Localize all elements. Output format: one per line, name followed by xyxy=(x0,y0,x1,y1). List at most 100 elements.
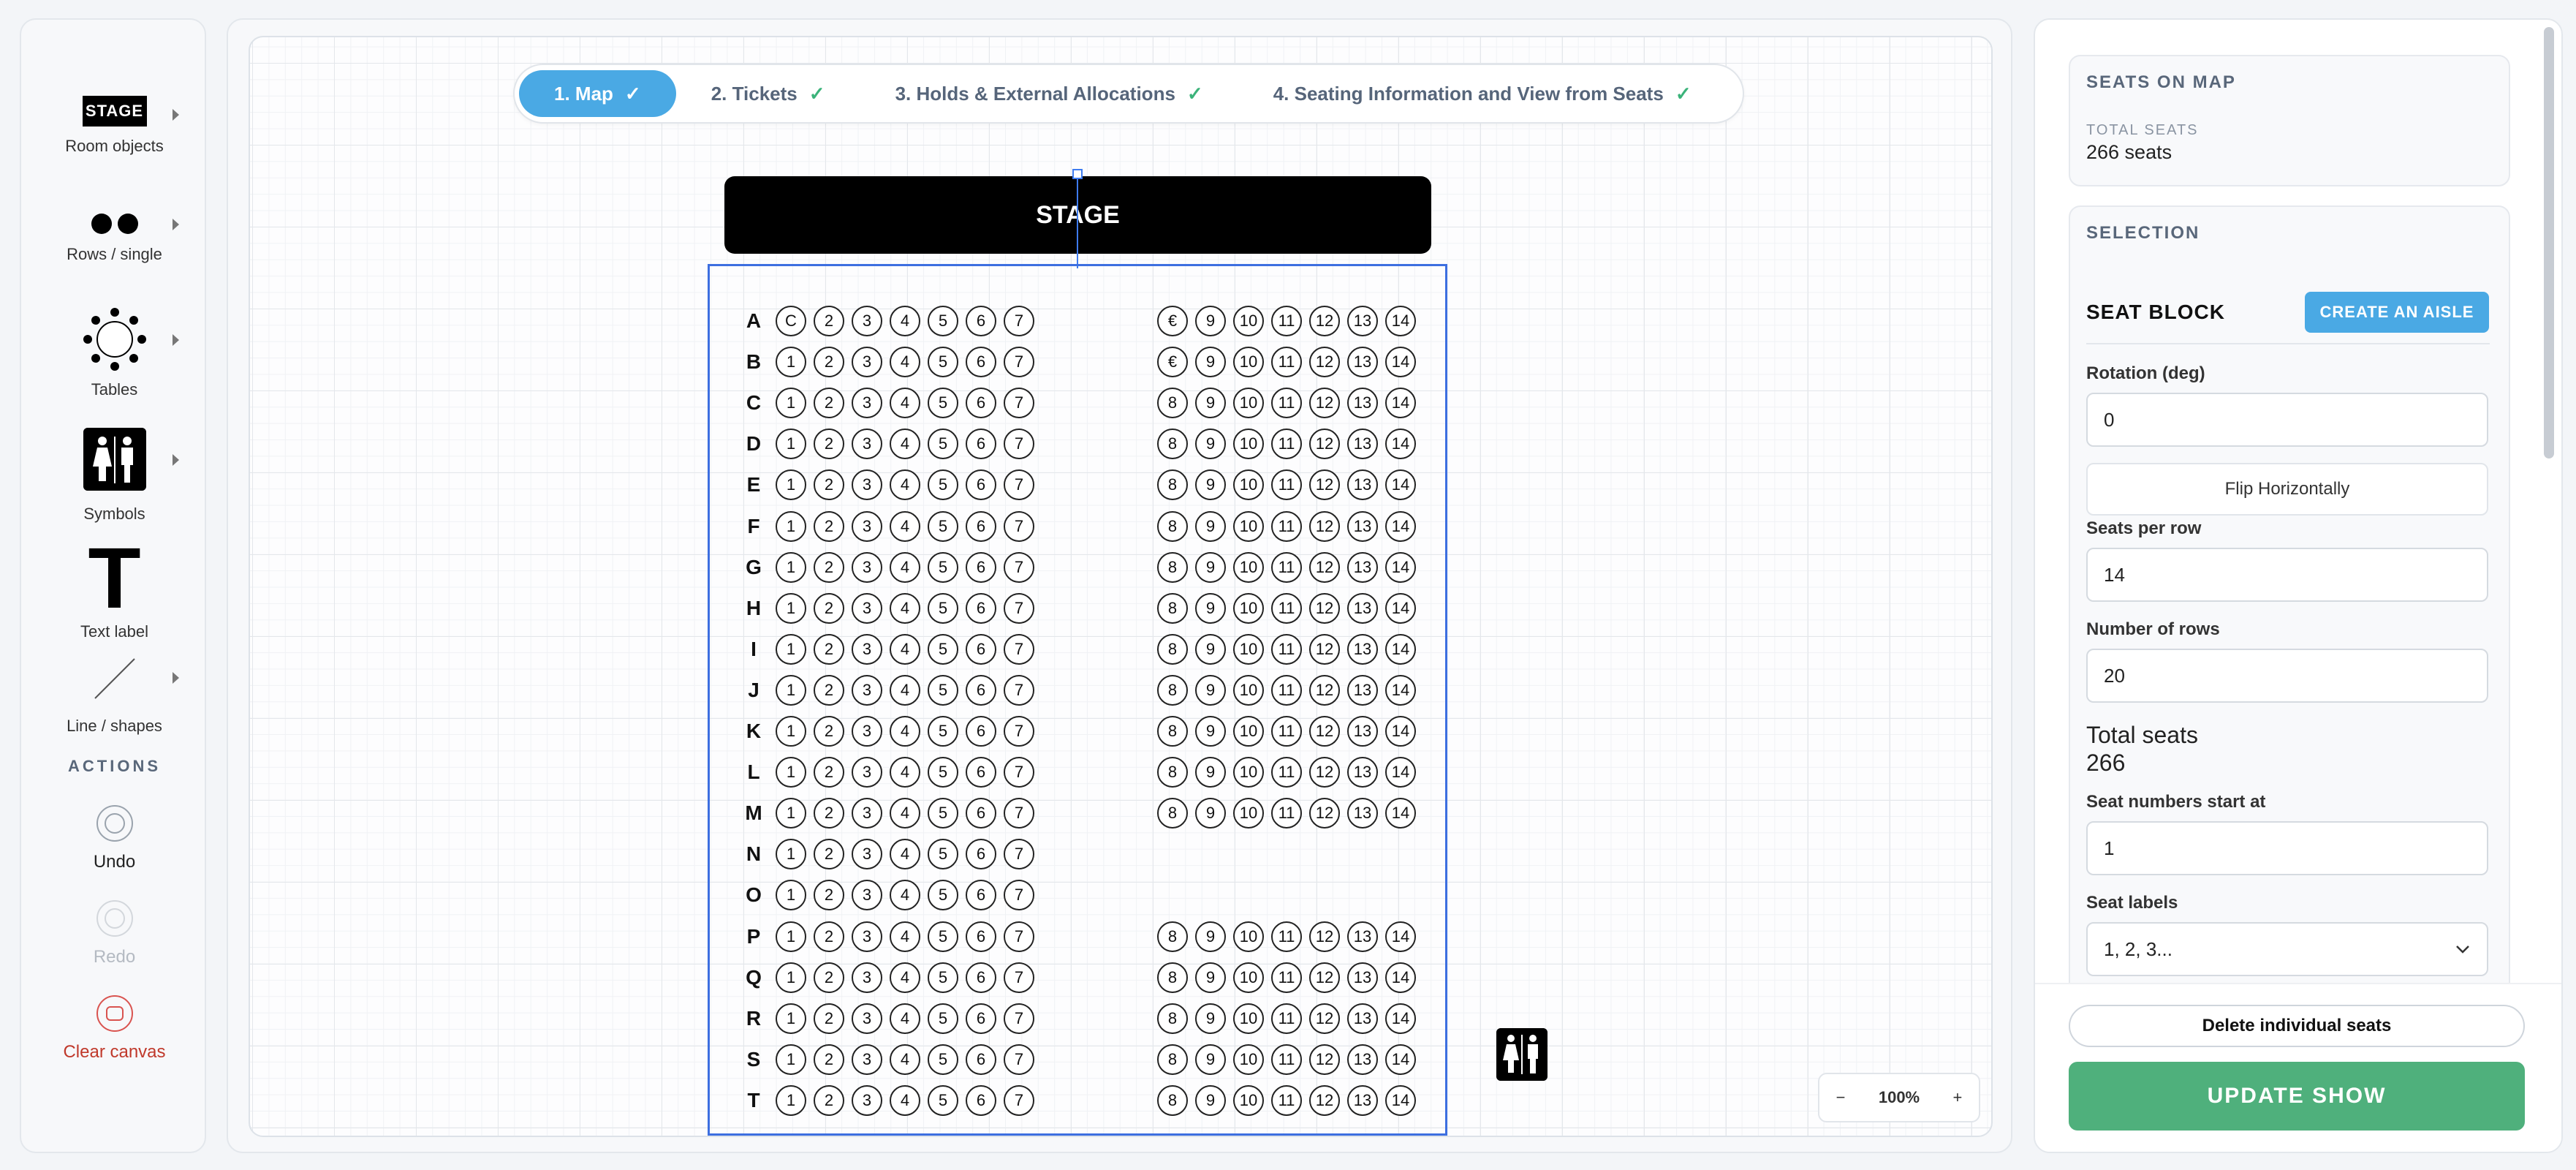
seat[interactable]: 6 xyxy=(966,388,996,419)
seat[interactable]: 14 xyxy=(1385,1003,1416,1034)
seat[interactable]: 4 xyxy=(890,388,920,419)
seat[interactable]: 1 xyxy=(776,839,806,870)
seat[interactable]: 11 xyxy=(1271,633,1302,665)
seat[interactable]: 13 xyxy=(1347,469,1378,501)
seat[interactable]: 3 xyxy=(852,469,882,501)
seat[interactable]: 4 xyxy=(890,429,920,460)
seat[interactable]: 4 xyxy=(890,592,920,624)
seat[interactable]: 7 xyxy=(1004,510,1034,542)
seat[interactable]: 8 xyxy=(1157,674,1188,706)
seat[interactable]: 13 xyxy=(1347,347,1378,378)
seat[interactable]: 1 xyxy=(776,674,806,706)
seat[interactable]: 11 xyxy=(1271,551,1302,583)
seats-per-row-input[interactable]: 14 xyxy=(2086,548,2488,602)
seat[interactable]: 5 xyxy=(928,510,958,542)
seat[interactable]: 2 xyxy=(814,839,844,870)
seat[interactable]: 5 xyxy=(928,880,958,911)
seat[interactable]: 6 xyxy=(966,716,996,747)
seat[interactable]: 11 xyxy=(1271,469,1302,501)
seat-map-canvas[interactable]: 1. Map ✓ 2. Tickets ✓ 3. Holds & Externa… xyxy=(249,36,1993,1137)
seat[interactable]: 12 xyxy=(1309,469,1340,501)
seat[interactable]: 10 xyxy=(1233,551,1264,583)
seat[interactable]: 5 xyxy=(928,962,958,993)
seat[interactable]: 5 xyxy=(928,306,958,336)
seat[interactable]: 5 xyxy=(928,592,958,624)
seat[interactable]: 5 xyxy=(928,1043,958,1075)
seat[interactable]: 8 xyxy=(1157,921,1188,952)
tool-tables[interactable]: Tables xyxy=(21,306,208,399)
create-aisle-button[interactable]: CREATE AN AISLE xyxy=(2305,292,2489,333)
seat[interactable]: 5 xyxy=(928,1084,958,1116)
zoom-in-button[interactable]: + xyxy=(1952,1088,1962,1107)
seat[interactable]: 12 xyxy=(1309,306,1340,336)
seat[interactable]: 4 xyxy=(890,1084,920,1116)
expand-arrow-icon[interactable] xyxy=(173,672,179,684)
seat[interactable]: 2 xyxy=(814,674,844,706)
seat[interactable]: 13 xyxy=(1347,551,1378,583)
seat[interactable]: 4 xyxy=(890,880,920,911)
seat[interactable]: 13 xyxy=(1347,633,1378,665)
seat[interactable]: C xyxy=(776,306,806,336)
seat[interactable]: 3 xyxy=(852,633,882,665)
seat[interactable]: 3 xyxy=(852,880,882,911)
seat[interactable]: 7 xyxy=(1004,716,1034,747)
seat[interactable]: 14 xyxy=(1385,347,1416,378)
seat[interactable]: 1 xyxy=(776,798,806,829)
seat[interactable]: 10 xyxy=(1233,798,1264,829)
seat[interactable]: 6 xyxy=(966,674,996,706)
seat[interactable]: 9 xyxy=(1195,921,1226,952)
expand-arrow-icon[interactable] xyxy=(173,454,179,466)
seat[interactable]: 12 xyxy=(1309,429,1340,460)
seat[interactable]: 11 xyxy=(1271,510,1302,542)
seat[interactable]: 3 xyxy=(852,347,882,378)
seat[interactable]: 3 xyxy=(852,1003,882,1034)
seat[interactable]: 13 xyxy=(1347,306,1378,336)
seat[interactable]: 12 xyxy=(1309,798,1340,829)
seat[interactable]: 10 xyxy=(1233,674,1264,706)
seat[interactable]: 7 xyxy=(1004,592,1034,624)
expand-arrow-icon[interactable] xyxy=(173,219,179,230)
seat[interactable]: 13 xyxy=(1347,429,1378,460)
seat[interactable]: 1 xyxy=(776,510,806,542)
seat[interactable]: 1 xyxy=(776,716,806,747)
seat[interactable]: 2 xyxy=(814,757,844,788)
seat[interactable]: 13 xyxy=(1347,798,1378,829)
seat[interactable]: 9 xyxy=(1195,429,1226,460)
seat[interactable]: 6 xyxy=(966,1043,996,1075)
seat[interactable]: 5 xyxy=(928,674,958,706)
tool-symbols[interactable]: Symbols xyxy=(21,428,208,524)
seat[interactable]: 5 xyxy=(928,469,958,501)
seat[interactable]: 5 xyxy=(928,388,958,419)
seat[interactable]: 7 xyxy=(1004,306,1034,336)
seat[interactable]: 14 xyxy=(1385,921,1416,952)
seat[interactable]: 9 xyxy=(1195,592,1226,624)
seat[interactable]: 4 xyxy=(890,510,920,542)
seat[interactable]: 7 xyxy=(1004,388,1034,419)
seat[interactable]: 12 xyxy=(1309,1084,1340,1116)
expand-arrow-icon[interactable] xyxy=(173,334,179,346)
seat[interactable]: 6 xyxy=(966,798,996,829)
seat[interactable]: 12 xyxy=(1309,592,1340,624)
seat[interactable]: 13 xyxy=(1347,388,1378,419)
seat[interactable]: 12 xyxy=(1309,962,1340,993)
redo-button[interactable]: Redo xyxy=(21,900,208,967)
seat[interactable]: € xyxy=(1157,306,1188,336)
seat[interactable]: 6 xyxy=(966,429,996,460)
seat[interactable]: 8 xyxy=(1157,592,1188,624)
seat[interactable]: 3 xyxy=(852,510,882,542)
seat[interactable]: 14 xyxy=(1385,633,1416,665)
seat[interactable]: 3 xyxy=(852,1043,882,1075)
step-tickets[interactable]: 2. Tickets ✓ xyxy=(676,70,860,117)
seat[interactable]: 8 xyxy=(1157,429,1188,460)
seat[interactable]: 6 xyxy=(966,306,996,336)
seat[interactable]: 9 xyxy=(1195,1084,1226,1116)
seat[interactable]: 7 xyxy=(1004,921,1034,952)
seat[interactable]: 3 xyxy=(852,962,882,993)
seat[interactable]: 4 xyxy=(890,921,920,952)
seat[interactable]: € xyxy=(1157,347,1188,378)
seat[interactable]: 2 xyxy=(814,921,844,952)
seat[interactable]: 8 xyxy=(1157,633,1188,665)
expand-arrow-icon[interactable] xyxy=(173,109,179,121)
seat[interactable]: 12 xyxy=(1309,510,1340,542)
seat[interactable]: 11 xyxy=(1271,1043,1302,1075)
